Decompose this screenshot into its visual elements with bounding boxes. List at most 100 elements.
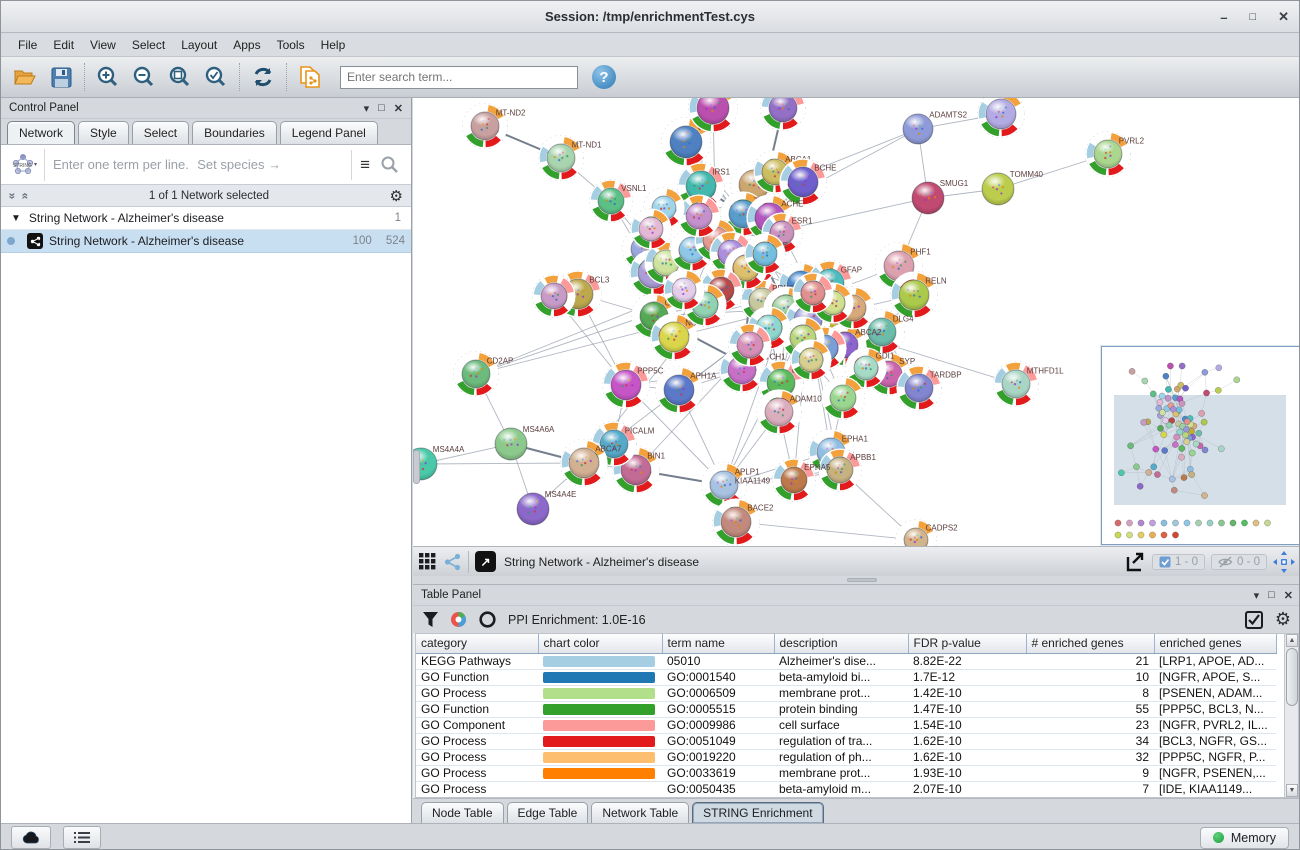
close-button[interactable]: ✕	[1278, 9, 1289, 25]
network-panel-gear-icon[interactable]: ⚙	[390, 187, 403, 205]
collapse-all-icon[interactable]: «	[18, 192, 32, 199]
node-cadps2[interactable]: CADPS2	[896, 520, 959, 547]
network-canvas[interactable]: MT-ND2MT-ND1VSNL1GAB2ADAMTS2SMUG1TOMM40P…	[413, 98, 1300, 546]
table-row[interactable]: GO ProcessGO:0019220regulation of ph...1…	[416, 749, 1276, 765]
table-row[interactable]: KEGG Pathways05010Alzheimer's dise...8.8…	[416, 653, 1276, 669]
menu-apps[interactable]: Apps	[226, 35, 267, 55]
column-header[interactable]: chart color	[538, 634, 662, 653]
clone-network-button[interactable]	[292, 60, 328, 94]
node-ms4a6a[interactable]: MS4A6A	[495, 425, 555, 460]
grid-mode-icon[interactable]	[419, 553, 436, 570]
node[interactable]	[978, 98, 1025, 138]
tab-edge-table[interactable]: Edge Table	[507, 802, 589, 823]
node-bche[interactable]: BCHE	[780, 159, 837, 206]
scroll-down-arrow[interactable]: ▼	[1286, 784, 1298, 797]
node-mt-nd1[interactable]: MT-ND1	[539, 136, 603, 181]
maximize-button[interactable]: □	[1249, 11, 1256, 23]
menu-edit[interactable]: Edit	[46, 35, 81, 55]
node[interactable]	[533, 275, 576, 318]
node-adam10[interactable]: ADAM10	[757, 390, 823, 435]
node[interactable]	[631, 209, 672, 250]
node[interactable]	[729, 324, 772, 367]
column-header[interactable]: FDR p-value	[908, 634, 1026, 653]
node-ms4a4a[interactable]: MS4A4A	[413, 445, 465, 480]
node-cd2ap[interactable]: CD2AP	[454, 352, 514, 397]
tab-style[interactable]: Style	[78, 121, 129, 144]
detach-view-button[interactable]: ↗	[475, 551, 496, 572]
node-pvrl2[interactable]: PVRL2	[1086, 132, 1145, 177]
menu-select[interactable]: Select	[125, 35, 172, 55]
node-tardbp[interactable]: TARDBP	[897, 366, 962, 411]
tab-legend-panel[interactable]: Legend Panel	[280, 121, 378, 144]
node-adamts2[interactable]: ADAMTS2	[903, 111, 968, 144]
column-header[interactable]: category	[416, 634, 538, 653]
panel-float-icon[interactable]: □	[378, 102, 385, 114]
filter-icon[interactable]	[423, 612, 438, 627]
cloud-tasks-button[interactable]	[11, 826, 51, 849]
table-scrollbar[interactable]: ▲ ▼	[1284, 634, 1298, 797]
zoom-fit-button[interactable]	[162, 60, 198, 94]
menu-layout[interactable]: Layout	[174, 35, 224, 55]
pan-compass-icon[interactable]	[1273, 551, 1295, 573]
node-tomm40[interactable]: TOMM40	[982, 170, 1044, 205]
node[interactable]	[678, 195, 721, 238]
node[interactable]	[745, 234, 786, 275]
tab-network[interactable]: Network	[7, 121, 75, 144]
node-ms4a4e[interactable]: MS4A4E	[517, 490, 576, 525]
table-row[interactable]: GO ProcessGO:0033619membrane prot...1.93…	[416, 765, 1276, 781]
tab-network-table[interactable]: Network Table	[591, 802, 689, 823]
node[interactable]	[793, 273, 834, 314]
column-header[interactable]: term name	[662, 634, 774, 653]
node[interactable]	[791, 340, 832, 381]
panel-close-icon[interactable]: ✕	[394, 102, 403, 115]
splitter-grip[interactable]	[847, 578, 877, 582]
node-reln[interactable]: RELN	[891, 272, 947, 319]
node-mthfd1l[interactable]: MTHFD1L	[994, 362, 1065, 407]
node[interactable]	[822, 377, 865, 420]
apply-layout-button[interactable]	[245, 60, 281, 94]
string-search-icon[interactable]	[380, 155, 399, 174]
tab-select[interactable]: Select	[132, 121, 189, 144]
node[interactable]	[761, 98, 806, 131]
zoom-selected-button[interactable]	[198, 60, 234, 94]
menu-file[interactable]: File	[11, 35, 44, 55]
table-row[interactable]: GO ProcessGO:0050435beta-amyloid m...2.0…	[416, 781, 1276, 797]
help-button[interactable]: ?	[592, 65, 616, 89]
share-view-icon[interactable]	[444, 553, 462, 571]
table-row[interactable]: GO FunctionGO:0005515protein binding1.47…	[416, 701, 1276, 717]
enrichment-settings-gear-icon[interactable]: ⚙	[1275, 609, 1291, 630]
collapse-triangle-icon[interactable]: ▼	[11, 213, 21, 224]
zoom-out-button[interactable]	[126, 60, 162, 94]
node-bace2[interactable]: BACE2	[713, 499, 775, 546]
search-input[interactable]	[340, 66, 578, 89]
panel-splitter-grip[interactable]	[413, 450, 420, 484]
enrichment-chart-icon[interactable]	[450, 611, 467, 628]
save-session-button[interactable]	[43, 60, 79, 94]
tab-string-enrichment[interactable]: STRING Enrichment	[692, 802, 823, 823]
scroll-thumb[interactable]	[1286, 648, 1298, 706]
column-header[interactable]: enriched genes	[1154, 634, 1276, 653]
task-history-button[interactable]	[63, 826, 101, 849]
minimize-button[interactable]: –	[1220, 10, 1227, 25]
panel-menu-icon[interactable]: ▾	[1254, 589, 1260, 602]
node[interactable]	[664, 270, 705, 311]
table-row[interactable]: GO ProcessGO:0051049regulation of tra...…	[416, 733, 1276, 749]
panel-close-icon[interactable]: ✕	[1284, 589, 1293, 602]
network-collection-row[interactable]: ▼ String Network - Alzheimer's disease 1	[1, 207, 411, 230]
node-smug1[interactable]: SMUG1	[912, 179, 969, 214]
column-header[interactable]: description	[774, 634, 908, 653]
tab-boundaries[interactable]: Boundaries	[192, 121, 277, 144]
select-all-icon[interactable]	[1245, 611, 1263, 629]
column-header[interactable]: # enriched genes	[1026, 634, 1154, 653]
birdseye-overview[interactable]	[1101, 346, 1300, 545]
network-row-selected[interactable]: String Network - Alzheimer's disease 100…	[1, 230, 411, 253]
zoom-in-button[interactable]	[90, 60, 126, 94]
panel-menu-icon[interactable]: ▾	[364, 102, 370, 115]
table-row[interactable]: GO FunctionGO:0001540beta-amyloid bi...1…	[416, 669, 1276, 685]
table-row[interactable]: GO ProcessGO:0006509membrane prot...1.42…	[416, 685, 1276, 701]
ring-chart-icon[interactable]	[479, 611, 496, 628]
memory-button[interactable]: Memory	[1200, 827, 1289, 849]
table-row[interactable]: GO ComponentGO:0009986cell surface1.54E-…	[416, 717, 1276, 733]
expand-all-icon[interactable]: »	[5, 192, 19, 199]
string-options-icon[interactable]: ≡	[360, 155, 370, 175]
